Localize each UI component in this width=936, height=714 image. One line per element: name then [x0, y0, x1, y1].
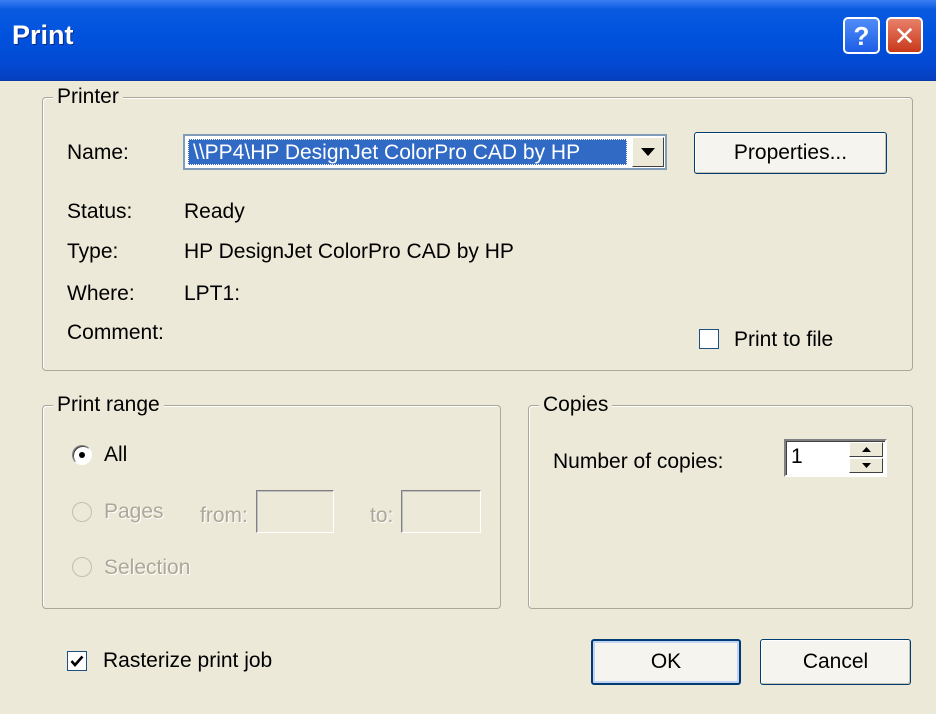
question-mark-icon: ?: [853, 20, 870, 51]
rasterize-label[interactable]: Rasterize print job: [103, 649, 272, 673]
radio-pages[interactable]: [72, 502, 92, 522]
properties-button[interactable]: Properties...: [694, 132, 887, 174]
radio-selection-label[interactable]: Selection: [104, 556, 190, 580]
copies-value[interactable]: 1: [791, 445, 803, 469]
cancel-button[interactable]: Cancel: [760, 639, 911, 685]
printer-name-value: \\PP4\HP DesignJet ColorPro CAD by HP: [188, 139, 627, 165]
radio-pages-label[interactable]: Pages: [104, 500, 164, 524]
spin-up-button[interactable]: [849, 442, 883, 457]
from-label: from:: [200, 504, 248, 527]
ok-button-label: OK: [650, 650, 682, 673]
help-button[interactable]: ?: [843, 17, 880, 54]
where-label: Where:: [67, 282, 135, 305]
number-of-copies-label: Number of copies:: [553, 450, 724, 473]
arrow-up-icon: [861, 447, 871, 452]
properties-button-label: Properties...: [733, 141, 848, 164]
to-label: to:: [370, 504, 394, 527]
status-label: Status:: [67, 200, 133, 223]
ok-button[interactable]: OK: [591, 639, 741, 685]
print-to-file-label[interactable]: Print to file: [734, 328, 833, 352]
from-page-input[interactable]: [256, 490, 334, 533]
status-value: Ready: [184, 200, 245, 223]
type-label: Type:: [67, 240, 119, 263]
type-value: HP DesignJet ColorPro CAD by HP: [184, 240, 514, 263]
printer-group-label: Printer: [53, 85, 123, 109]
title-bar[interactable]: Print ? ✕: [0, 0, 936, 81]
checkmark-icon: [70, 655, 84, 667]
copies-group-label: Copies: [539, 393, 613, 417]
name-label: Name:: [67, 141, 129, 164]
window-title: Print: [12, 20, 74, 50]
print-to-file-checkbox[interactable]: [699, 329, 719, 349]
print-range-group-label: Print range: [53, 393, 164, 417]
radio-all[interactable]: [72, 445, 92, 465]
radio-selected-dot: [79, 452, 85, 458]
rasterize-checkbox[interactable]: [67, 651, 87, 671]
arrow-down-icon: [861, 463, 871, 468]
spin-down-button[interactable]: [849, 458, 883, 473]
dropdown-button[interactable]: [632, 137, 664, 167]
copies-spinner[interactable]: 1: [784, 439, 887, 477]
radio-all-label[interactable]: All: [104, 443, 127, 467]
to-page-input[interactable]: [401, 490, 481, 533]
comment-label: Comment:: [67, 321, 164, 344]
cancel-button-label: Cancel: [802, 650, 869, 673]
radio-selection[interactable]: [72, 557, 92, 577]
chevron-down-icon: [641, 147, 655, 156]
printer-name-select[interactable]: \\PP4\HP DesignJet ColorPro CAD by HP: [183, 134, 667, 170]
close-button[interactable]: ✕: [886, 17, 923, 54]
where-value: LPT1:: [184, 282, 241, 305]
copies-group: Copies: [528, 393, 913, 609]
close-icon: ✕: [893, 20, 916, 51]
